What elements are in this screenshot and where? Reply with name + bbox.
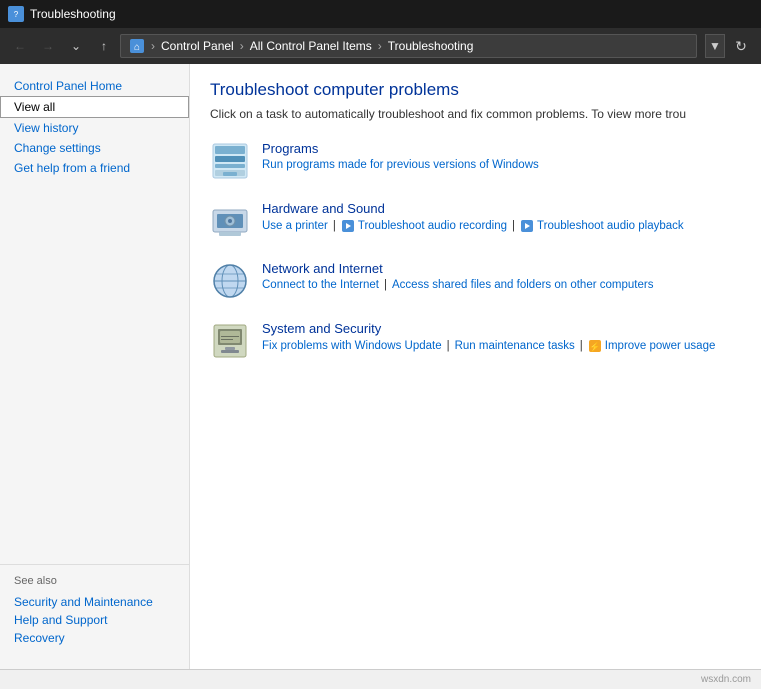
sidebar-view-history[interactable]: View history — [0, 118, 189, 138]
path-all-items[interactable]: All Control Panel Items — [250, 39, 372, 53]
forward-button[interactable]: → — [36, 34, 60, 58]
see-also-label: See also — [14, 575, 175, 587]
hardware-link-2[interactable]: Troubleshoot audio playback — [520, 219, 684, 233]
back-button[interactable]: ← — [8, 34, 32, 58]
sidebar-recovery[interactable]: Recovery — [14, 629, 175, 647]
system-name[interactable]: System and Security — [262, 321, 715, 336]
window-title: Troubleshooting — [30, 7, 116, 21]
system-link-2[interactable]: ⚡ Improve power usage — [588, 339, 716, 353]
network-info: Network and Internet Connect to the Inte… — [262, 261, 653, 291]
hardware-links: Use a printer | Troubleshoot audio recor… — [262, 219, 684, 233]
sidebar-bottom: See also Security and Maintenance Help a… — [0, 564, 189, 657]
svg-text:?: ? — [14, 10, 19, 19]
up-button[interactable]: ↑ — [92, 34, 116, 58]
path-control-panel[interactable]: Control Panel — [161, 39, 234, 53]
network-links: Connect to the Internet | Access shared … — [262, 279, 653, 291]
hardware-link-1[interactable]: Troubleshoot audio recording — [341, 219, 507, 233]
sidebar-get-help[interactable]: Get help from a friend — [0, 158, 189, 178]
network-name[interactable]: Network and Internet — [262, 261, 653, 276]
system-info: System and Security Fix problems with Wi… — [262, 321, 715, 353]
category-programs: Programs Run programs made for previous … — [210, 141, 741, 181]
hardware-info: Hardware and Sound Use a printer | Troub… — [262, 201, 684, 233]
content-area: Troubleshoot computer problems Click on … — [190, 64, 761, 669]
network-icon — [210, 261, 250, 301]
programs-link-0[interactable]: Run programs made for previous versions … — [262, 159, 539, 171]
system-icon — [210, 321, 250, 361]
sidebar-view-all[interactable]: View all — [0, 96, 189, 118]
watermark: wsxdn.com — [701, 674, 751, 685]
address-path: ⌂ › Control Panel › All Control Panel It… — [120, 34, 697, 58]
refresh-button[interactable]: ↻ — [729, 34, 753, 58]
sidebar-change-settings[interactable]: Change settings — [0, 138, 189, 158]
network-link-0[interactable]: Connect to the Internet — [262, 279, 379, 291]
system-link-1[interactable]: Run maintenance tasks — [455, 340, 575, 352]
programs-links: Run programs made for previous versions … — [262, 159, 539, 171]
hardware-link-0[interactable]: Use a printer — [262, 220, 328, 232]
main-container: Control Panel Home View all View history… — [0, 64, 761, 669]
audio-playback-icon — [520, 219, 534, 233]
address-bar: ← → ⌄ ↑ ⌂ › Control Panel › All Control … — [0, 28, 761, 64]
hardware-name[interactable]: Hardware and Sound — [262, 201, 684, 216]
programs-icon — [210, 141, 250, 181]
programs-name[interactable]: Programs — [262, 141, 539, 156]
sidebar-top: Control Panel Home View all View history… — [0, 76, 189, 554]
title-bar: ? Troubleshooting — [0, 0, 761, 28]
sidebar-security[interactable]: Security and Maintenance — [14, 593, 175, 611]
app-icon: ? — [8, 6, 24, 22]
hardware-icon — [210, 201, 250, 241]
content-title: Troubleshoot computer problems — [210, 80, 741, 100]
power-icon: ⚡ — [588, 339, 602, 353]
network-link-1[interactable]: Access shared files and folders on other… — [392, 279, 653, 291]
category-system: System and Security Fix problems with Wi… — [210, 321, 741, 361]
svg-text:⚡: ⚡ — [589, 341, 600, 353]
programs-info: Programs Run programs made for previous … — [262, 141, 539, 171]
system-links: Fix problems with Windows Update | Run m… — [262, 339, 715, 353]
sidebar: Control Panel Home View all View history… — [0, 64, 190, 669]
category-hardware: Hardware and Sound Use a printer | Troub… — [210, 201, 741, 241]
svg-text:⌂: ⌂ — [134, 42, 140, 53]
content-description: Click on a task to automatically trouble… — [210, 106, 741, 123]
system-link-0[interactable]: Fix problems with Windows Update — [262, 340, 442, 352]
recent-button[interactable]: ⌄ — [64, 34, 88, 58]
home-icon: ⌂ — [129, 38, 145, 54]
audio-recording-icon — [341, 219, 355, 233]
bottom-bar: wsxdn.com — [0, 669, 761, 689]
path-current: Troubleshooting — [388, 39, 474, 53]
category-network: Network and Internet Connect to the Inte… — [210, 261, 741, 301]
sidebar-help-support[interactable]: Help and Support — [14, 611, 175, 629]
address-dropdown[interactable]: ▼ — [705, 34, 725, 58]
sidebar-control-panel-home[interactable]: Control Panel Home — [0, 76, 189, 96]
